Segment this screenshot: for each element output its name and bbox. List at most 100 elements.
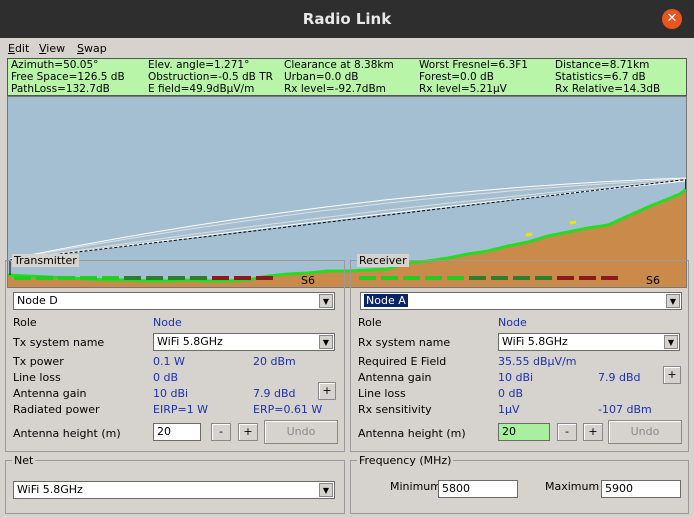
title-bar: Radio Link ✕ (0, 0, 694, 38)
tx-height-input[interactable]: 20 (153, 423, 201, 441)
net-panel: Net WiFi 5.8GHz ▼ (5, 454, 345, 514)
rx-sensitivity-uv: 1µV (498, 403, 520, 416)
rx-gain-dbi: 10 dBi (498, 371, 534, 384)
signal-meter-segment (491, 276, 508, 280)
signal-meter-segment (381, 276, 398, 280)
tx-gain-dbd: 7.9 dBd (253, 387, 296, 400)
frequency-max-label: Maximum (545, 480, 600, 493)
stats-urban: Urban=0.0 dB (284, 71, 359, 83)
tx-radiated-label: Radiated power (13, 403, 100, 416)
rx-undo-button[interactable]: Undo (608, 420, 682, 444)
stats-worst-fresnel: Worst Fresnel=6.3F1 (419, 59, 528, 71)
tx-power-label: Tx power (13, 355, 64, 368)
frequency-min-input[interactable]: 5800 (438, 480, 518, 498)
signal-meter-segment (234, 276, 251, 280)
tx-height-label: Antenna height (m) (13, 427, 121, 440)
frequency-min-label: Minimum (390, 480, 441, 493)
tx-lineloss-label: Line loss (13, 371, 61, 384)
stats-distance: Distance=8.71km (555, 59, 650, 71)
tx-system-select[interactable]: WiFi 5.8GHz ▼ (153, 333, 335, 351)
window-title: Radio Link (302, 10, 392, 28)
signal-meter-segment (14, 276, 31, 280)
stats-row: Free Space=126.5 dB Obstruction=-0.5 dB … (8, 71, 686, 83)
tx-undo-button[interactable]: Undo (264, 420, 338, 444)
signal-meter-segment (601, 276, 618, 280)
stats-clearance: Clearance at 8.38km (284, 59, 394, 71)
signal-meter-segment (102, 276, 119, 280)
rx-gain-dbd: 7.9 dBd (598, 371, 641, 384)
rx-system-select[interactable]: WiFi 5.8GHz ▼ (498, 333, 680, 351)
rx-signal-label: S6 (646, 274, 660, 287)
stats-azimuth: Azimuth=50.05° (11, 59, 99, 71)
menu-bar: Edit View Swap (0, 38, 694, 58)
signal-meter-segment (168, 276, 185, 280)
signal-meter-segment (469, 276, 486, 280)
rx-signal-meter (359, 274, 618, 282)
rx-gain-plus-button[interactable]: + (663, 366, 681, 384)
menu-view[interactable]: View (39, 42, 65, 55)
frequency-title: Frequency (MHz) (357, 454, 454, 467)
tx-system-value: WiFi 5.8GHz (157, 335, 223, 348)
chevron-down-icon[interactable]: ▼ (664, 335, 678, 349)
rx-lineloss-value: 0 dB (498, 387, 524, 400)
chevron-down-icon[interactable]: ▼ (666, 294, 680, 308)
tx-power-dbm: 20 dBm (253, 355, 296, 368)
rx-node-select[interactable]: Node A ▼ (360, 292, 682, 310)
menu-edit-label: dit (14, 42, 30, 55)
signal-meter-segment (146, 276, 163, 280)
signal-meter-segment (36, 276, 53, 280)
stats-obstruction: Obstruction=-0.5 dB TR (148, 71, 273, 83)
signal-meter-segment (256, 276, 273, 280)
signal-meter-segment (425, 276, 442, 280)
signal-meter-segment (190, 276, 207, 280)
tx-signal-label: S6 (301, 274, 315, 287)
transmitter-panel: Transmitter S6 Node D ▼ Role Node Tx sys… (5, 254, 345, 452)
radio-link-window: Edit View Swap Azimuth=50.05° Elev. angl… (0, 38, 694, 517)
rx-sensitivity-label: Rx sensitivity (358, 403, 432, 416)
signal-meter-segment (579, 276, 596, 280)
tx-gain-dbi: 10 dBi (153, 387, 189, 400)
stats-row: PathLoss=132.7dB E field=49.9dBµV/m Rx l… (8, 83, 686, 95)
stats-elevation: Elev. angle=1.271° (148, 59, 250, 71)
stats-forest: Forest=0.0 dB (419, 71, 494, 83)
frequency-panel: Frequency (MHz) Minimum 5800 Maximum 590… (350, 454, 689, 514)
rx-lineloss-label: Line loss (358, 387, 406, 400)
rx-height-minus-button[interactable]: - (557, 423, 577, 441)
net-select[interactable]: WiFi 5.8GHz ▼ (13, 481, 335, 499)
rx-efield-label: Required E Field (358, 355, 447, 368)
menu-swap[interactable]: Swap (77, 42, 107, 55)
tx-role-value: Node (153, 316, 182, 329)
rx-gain-label: Antenna gain (358, 371, 432, 384)
receiver-title: Receiver (357, 254, 409, 267)
rx-height-plus-button[interactable]: + (583, 423, 603, 441)
highlight-segment (569, 220, 577, 225)
tx-role-label: Role (13, 316, 37, 329)
rx-sensitivity-dbm: -107 dBm (598, 403, 652, 416)
tx-node-value: Node D (17, 294, 58, 307)
tx-gain-plus-button[interactable]: + (318, 382, 336, 400)
signal-meter-segment (58, 276, 75, 280)
chevron-down-icon[interactable]: ▼ (319, 294, 333, 308)
tx-height-minus-button[interactable]: - (211, 423, 231, 441)
net-title: Net (12, 454, 36, 467)
rx-system-label: Rx system name (358, 336, 451, 349)
close-icon[interactable]: ✕ (662, 9, 682, 29)
rx-height-input[interactable]: 20 (498, 423, 550, 441)
signal-meter-segment (124, 276, 141, 280)
stats-rx-level-dbm: Rx level=-92.7dBm (284, 83, 386, 95)
frequency-max-input[interactable]: 5900 (601, 480, 681, 498)
signal-meter-segment (212, 276, 229, 280)
tx-height-plus-button[interactable]: + (238, 423, 258, 441)
chevron-down-icon[interactable]: ▼ (319, 335, 333, 349)
stats-rx-level-uv: Rx level=5.21µV (419, 83, 507, 95)
tx-node-select[interactable]: Node D ▼ (13, 292, 335, 310)
receiver-panel: Receiver S6 Node A ▼ Role Node Rx system… (350, 254, 689, 452)
net-value: WiFi 5.8GHz (17, 483, 83, 496)
transmitter-title: Transmitter (12, 254, 79, 267)
chevron-down-icon[interactable]: ▼ (319, 483, 333, 497)
stats-pathloss: PathLoss=132.7dB (11, 83, 110, 95)
menu-swap-label: wap (83, 42, 107, 55)
highlight-segment (525, 232, 533, 237)
stats-row: Azimuth=50.05° Elev. angle=1.271° Cleara… (8, 59, 686, 71)
menu-edit[interactable]: Edit (8, 42, 29, 55)
